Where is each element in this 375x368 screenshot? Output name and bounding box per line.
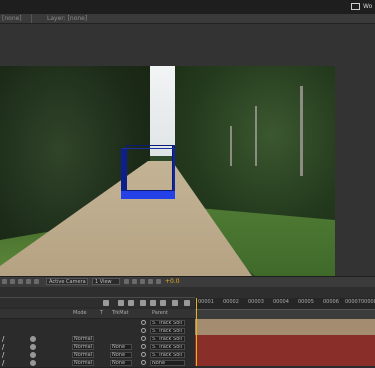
parent-select[interactable]: 5. Track Soli xyxy=(150,336,185,342)
trkmat-select[interactable]: None xyxy=(110,344,132,350)
viewer-tabs: [none] Layer: [none] xyxy=(0,14,375,24)
exposure-icon[interactable] xyxy=(156,279,161,284)
channel-icon[interactable] xyxy=(34,279,39,284)
trkmat-select[interactable]: None xyxy=(110,352,132,358)
frame-blend-icon[interactable] xyxy=(140,300,146,306)
grid-icon[interactable] xyxy=(10,279,15,284)
camera-select[interactable]: Active Camera xyxy=(46,278,88,285)
blend-mode-select[interactable]: Normal xyxy=(72,344,94,350)
motion-blur-icon[interactable] xyxy=(150,300,156,306)
workspace-label[interactable]: Wo xyxy=(363,3,372,10)
column-parent[interactable]: Parent xyxy=(152,310,168,316)
parent-select[interactable]: 5. Track Soli xyxy=(150,320,185,326)
3d-box-object[interactable] xyxy=(121,145,175,199)
parent-pickwhip-icon[interactable] xyxy=(141,344,146,349)
ruler-tick: 00003 xyxy=(248,299,264,305)
pen-icon: / xyxy=(2,343,5,351)
visibility-icon[interactable] xyxy=(30,360,36,366)
parent-pickwhip-icon[interactable] xyxy=(141,320,146,325)
visibility-icon[interactable] xyxy=(30,352,36,358)
3d-draft-icon[interactable] xyxy=(132,279,137,284)
parent-select[interactable]: 5. Track Soli xyxy=(150,352,185,358)
view-layout-select[interactable]: 1 View xyxy=(92,278,120,285)
trkmat-select[interactable]: None xyxy=(110,360,132,366)
layer-track-bar[interactable] xyxy=(195,327,375,335)
pen-icon: / xyxy=(2,351,5,359)
ruler-tick: 00006 xyxy=(323,299,339,305)
fast-previews-icon[interactable] xyxy=(140,279,145,284)
search-icon[interactable] xyxy=(184,300,190,306)
layer-track-bar[interactable] xyxy=(195,335,375,343)
transparency-grid-icon[interactable] xyxy=(148,279,153,284)
parent-pickwhip-icon[interactable] xyxy=(141,360,146,365)
workspace-icon[interactable] xyxy=(351,3,360,10)
column-mode[interactable]: Mode xyxy=(73,310,87,316)
composition-viewer[interactable] xyxy=(0,66,335,276)
camera-snapshot-icon[interactable] xyxy=(26,279,31,284)
ruler-tick: 00004 xyxy=(273,299,289,305)
column-trkmat[interactable]: TrkMat xyxy=(112,310,129,316)
time-ruler[interactable]: 00001 00002 00003 00004 00005 00006 0000… xyxy=(195,298,375,310)
comp-flowchart-icon[interactable] xyxy=(118,300,124,306)
shy-icon[interactable] xyxy=(103,300,109,306)
tree-trunk xyxy=(300,86,303,176)
ruler-tick: 00005 xyxy=(298,299,314,305)
layer-track-bar[interactable] xyxy=(195,359,375,366)
blend-mode-select[interactable]: Normal xyxy=(72,360,94,366)
pen-icon: / xyxy=(2,335,5,343)
layer-column-headers: Mode T TrkMat Parent xyxy=(0,309,195,319)
brainstorm-icon[interactable] xyxy=(172,300,178,306)
blend-mode-select[interactable]: Normal xyxy=(72,336,94,342)
tab-composition[interactable]: [none] xyxy=(2,15,22,22)
parent-pickwhip-icon[interactable] xyxy=(141,352,146,357)
ruler-tick: 00001 xyxy=(198,299,214,305)
box-floor xyxy=(121,191,175,199)
box-right-edge xyxy=(173,145,175,195)
box-back-edge xyxy=(126,145,173,191)
tree-trunk xyxy=(255,106,257,166)
parent-select[interactable]: 5. Track Soli xyxy=(150,328,185,334)
exposure-value[interactable]: +0.0 xyxy=(165,278,180,285)
ruler-tick: 00008 xyxy=(361,299,375,305)
ruler-tick: 00007 xyxy=(345,299,361,305)
column-t[interactable]: T xyxy=(100,310,103,316)
top-menu-bar: Wo xyxy=(0,0,375,14)
layer-track-bar[interactable] xyxy=(195,343,375,351)
work-area-bar[interactable] xyxy=(195,310,375,319)
magnification-icon[interactable] xyxy=(2,279,7,284)
parent-pickwhip-icon[interactable] xyxy=(141,328,146,333)
layer-row[interactable]: / Normal None None xyxy=(0,359,195,368)
parent-select[interactable]: None xyxy=(150,360,185,366)
ruler-tick: 00002 xyxy=(223,299,239,305)
draft-3d-icon[interactable] xyxy=(128,300,134,306)
parent-select[interactable]: 5. Track Soli xyxy=(150,344,185,350)
current-time-indicator[interactable] xyxy=(196,298,197,366)
visibility-icon[interactable] xyxy=(30,336,36,342)
timeline-divider xyxy=(0,297,195,298)
tab-divider xyxy=(31,14,32,23)
parent-pickwhip-icon[interactable] xyxy=(141,336,146,341)
layer-track-bar[interactable] xyxy=(195,351,375,359)
blend-mode-select[interactable]: Normal xyxy=(72,352,94,358)
mask-icon[interactable] xyxy=(18,279,23,284)
tree-trunk xyxy=(230,126,232,166)
box-top-edge xyxy=(122,148,174,149)
graph-editor-icon[interactable] xyxy=(160,300,166,306)
tab-layer[interactable]: Layer: [none] xyxy=(47,15,87,22)
layer-track-bar[interactable] xyxy=(195,319,375,327)
visibility-icon[interactable] xyxy=(30,344,36,350)
toggle-pixel-icon[interactable] xyxy=(124,279,129,284)
